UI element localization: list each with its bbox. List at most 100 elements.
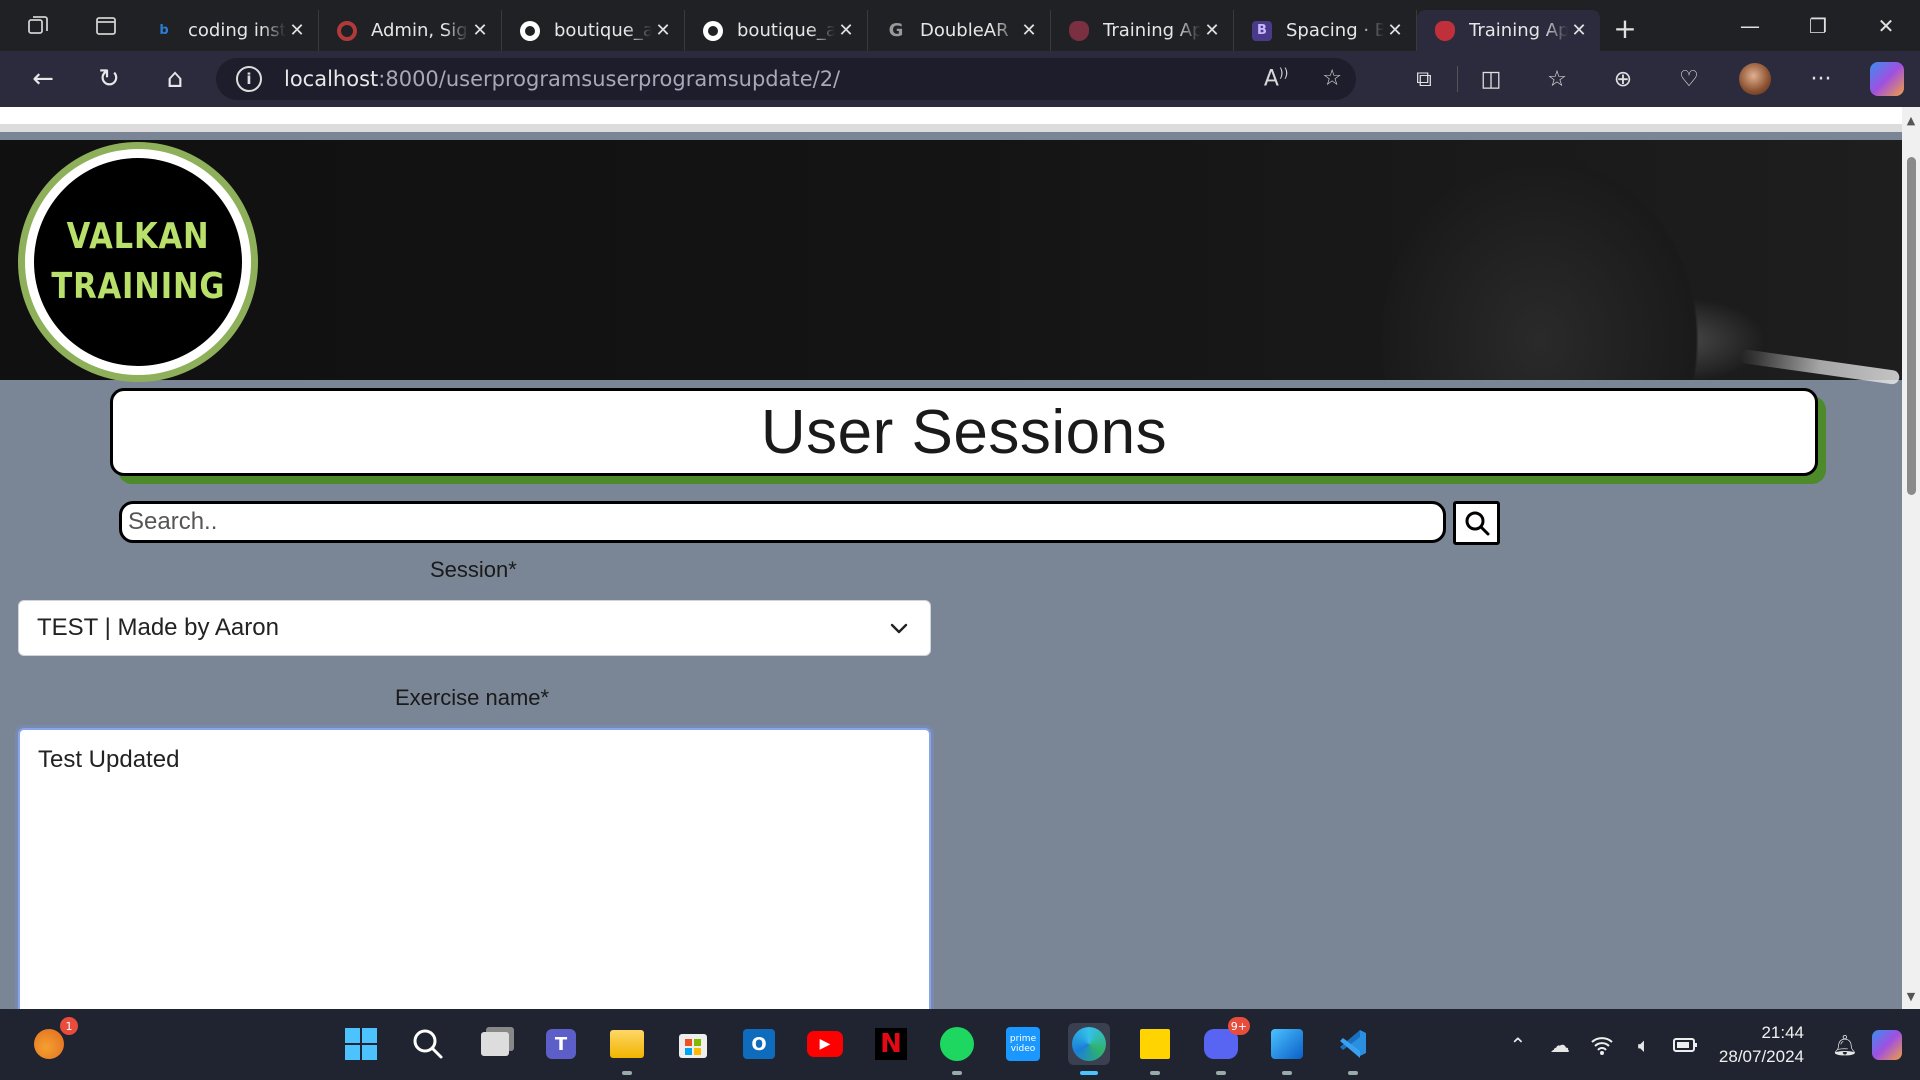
browser-essentials-icon[interactable]: ♡ bbox=[1656, 67, 1722, 92]
address-bar[interactable]: i localhost:8000/userprogramsuserprogram… bbox=[216, 58, 1356, 100]
show-hidden-icons-chevron-icon[interactable]: ⌃ bbox=[1497, 1033, 1539, 1057]
new-tab-button[interactable]: + bbox=[1600, 12, 1650, 45]
windows-taskbar: 1 T O ▶ N prime video 9+ ⌃ ☁ 🔈︎ 21:44 28… bbox=[0, 1009, 1920, 1080]
netflix-icon[interactable]: N bbox=[870, 1023, 912, 1065]
running-indicator bbox=[1150, 1071, 1160, 1075]
collections-icon[interactable]: ⊕ bbox=[1590, 67, 1656, 92]
spotify-icon[interactable] bbox=[936, 1023, 978, 1075]
volume-icon[interactable]: 🔈︎ bbox=[1623, 1033, 1665, 1057]
running-indicator bbox=[952, 1071, 962, 1075]
discord-icon[interactable]: 9+ bbox=[1200, 1017, 1250, 1075]
weather-widget-icon[interactable]: 1 bbox=[28, 1017, 78, 1065]
home-button[interactable]: ⌂ bbox=[142, 51, 208, 107]
app-icon bbox=[1069, 20, 1089, 41]
session-select[interactable]: TEST | Made by Aaron bbox=[18, 600, 931, 656]
onedrive-icon[interactable]: ☁ bbox=[1539, 1033, 1581, 1057]
search-button[interactable] bbox=[1453, 501, 1500, 545]
tab-title: coding inst bbox=[188, 20, 286, 41]
bootstrap-icon: B bbox=[1252, 20, 1272, 41]
logo-ring: VALKAN TRAINING bbox=[25, 149, 251, 375]
split-screen-icon[interactable]: ◫ bbox=[1458, 67, 1524, 92]
scroll-down-arrow-icon[interactable]: ▼ bbox=[1902, 987, 1920, 1005]
browser-tab[interactable]: Training Ap ✕ bbox=[1051, 10, 1234, 51]
scroll-up-arrow-icon[interactable]: ▲ bbox=[1902, 111, 1920, 129]
close-tab-icon[interactable]: ✕ bbox=[1201, 20, 1223, 41]
read-aloud-icon[interactable]: A)) bbox=[1264, 66, 1288, 91]
close-window-button[interactable]: ✕ bbox=[1852, 0, 1920, 51]
copilot-icon[interactable] bbox=[1870, 62, 1904, 96]
close-tab-icon[interactable]: ✕ bbox=[652, 20, 674, 41]
extensions-icon[interactable]: ⧉ bbox=[1391, 67, 1457, 92]
copilot-taskbar-icon[interactable] bbox=[1866, 1029, 1908, 1060]
valkan-training-logo[interactable]: VALKAN TRAINING bbox=[18, 142, 258, 382]
browser-tab-active[interactable]: Training Ap ✕ bbox=[1417, 10, 1600, 51]
close-tab-icon[interactable]: ✕ bbox=[469, 20, 491, 41]
close-tab-icon[interactable]: ✕ bbox=[1018, 20, 1040, 41]
windows-start-icon[interactable] bbox=[340, 1023, 382, 1065]
tab-title: Admin, Sig bbox=[371, 20, 468, 41]
favorites-icon[interactable]: ☆ bbox=[1524, 67, 1590, 92]
url-text[interactable]: localhost:8000/userprogramsuserprogramsu… bbox=[284, 67, 840, 91]
browser-tab[interactable]: boutique_a ✕ bbox=[685, 10, 868, 51]
tab-title: boutique_a bbox=[554, 20, 652, 41]
favorite-star-icon[interactable]: ☆ bbox=[1322, 66, 1342, 91]
browser-tab[interactable]: G DoubleAR ✕ bbox=[868, 10, 1051, 51]
top-strip bbox=[0, 107, 1902, 132]
page-title: User Sessions bbox=[760, 397, 1168, 467]
exercise-name-field[interactable]: Test Updated bbox=[18, 728, 931, 1009]
close-tab-icon[interactable]: ✕ bbox=[1568, 20, 1590, 41]
teams-icon[interactable]: T bbox=[540, 1023, 582, 1065]
browser-toolbar: ← ↻ ⌂ i localhost:8000/userprogramsuserp… bbox=[0, 51, 1920, 107]
system-tray: ⌃ ☁ 🔈︎ 21:44 28/07/2024 🔔︎ bbox=[1497, 1009, 1920, 1080]
microsoft-store-icon[interactable] bbox=[672, 1023, 714, 1065]
tab-title: boutique_a bbox=[737, 20, 835, 41]
browser-tab[interactable]: b coding inst ✕ bbox=[136, 10, 319, 51]
page-title-box: User Sessions bbox=[110, 388, 1818, 476]
close-tab-icon[interactable]: ✕ bbox=[286, 20, 308, 41]
refresh-button[interactable]: ↻ bbox=[76, 51, 142, 107]
file-explorer-icon[interactable] bbox=[606, 1023, 648, 1075]
restore-button[interactable]: ❐ bbox=[1784, 0, 1852, 51]
browser-tab[interactable]: Admin, Sig ✕ bbox=[319, 10, 502, 51]
notification-bell-icon[interactable]: 🔔︎ bbox=[1824, 1033, 1866, 1057]
browser-tab-strip: b coding inst ✕ Admin, Sig ✕ boutique_a … bbox=[0, 0, 1920, 51]
wifi-icon[interactable] bbox=[1581, 1035, 1623, 1055]
search-icon[interactable] bbox=[407, 1023, 449, 1065]
outlook-icon[interactable]: O bbox=[738, 1023, 780, 1065]
profile-avatar[interactable] bbox=[1739, 63, 1771, 95]
running-indicator bbox=[1216, 1071, 1226, 1075]
edge-browser-icon[interactable] bbox=[1068, 1023, 1110, 1075]
app-icon bbox=[1435, 20, 1455, 41]
close-tab-icon[interactable]: ✕ bbox=[1384, 20, 1406, 41]
browser-tab[interactable]: boutique_a ✕ bbox=[502, 10, 685, 51]
close-tab-icon[interactable]: ✕ bbox=[835, 20, 857, 41]
active-indicator bbox=[1080, 1071, 1098, 1075]
vscode-icon[interactable] bbox=[1332, 1023, 1374, 1075]
task-view-icon[interactable] bbox=[474, 1023, 516, 1065]
chevron-down-icon bbox=[890, 623, 908, 634]
youtube-icon[interactable]: ▶ bbox=[804, 1023, 846, 1065]
battery-icon[interactable] bbox=[1665, 1037, 1707, 1053]
minimize-button[interactable]: — bbox=[1716, 0, 1784, 51]
workspaces-icon[interactable] bbox=[0, 0, 76, 51]
site-info-icon[interactable]: i bbox=[236, 66, 262, 92]
browser-tab[interactable]: B Spacing · B ✕ bbox=[1234, 10, 1417, 51]
sticky-notes-icon[interactable] bbox=[1134, 1023, 1176, 1075]
page-viewport: User Sessions Session* TEST | Made by Aa… bbox=[0, 107, 1920, 1009]
logo-text-line1: VALKAN bbox=[66, 216, 210, 257]
tab-title: Training Ap bbox=[1103, 20, 1201, 41]
exercise-name-label: Exercise name* bbox=[395, 685, 550, 710]
vertical-tabs-icon[interactable] bbox=[76, 0, 136, 51]
scrollbar-thumb[interactable] bbox=[1907, 157, 1916, 495]
clock[interactable]: 21:44 28/07/2024 bbox=[1719, 1021, 1804, 1069]
back-button[interactable]: ← bbox=[10, 51, 76, 107]
tab-title: Training Ap bbox=[1469, 20, 1568, 41]
prime-video-icon[interactable]: prime video bbox=[1002, 1023, 1044, 1065]
search-input[interactable] bbox=[119, 501, 1446, 543]
search-icon bbox=[1465, 511, 1489, 536]
settings-more-icon[interactable]: ··· bbox=[1788, 67, 1854, 92]
circle-icon bbox=[337, 20, 357, 41]
page-scrollbar[interactable]: ▲ ▼ bbox=[1902, 107, 1920, 1009]
hero-banner bbox=[0, 140, 1902, 386]
photos-icon[interactable] bbox=[1266, 1023, 1308, 1075]
